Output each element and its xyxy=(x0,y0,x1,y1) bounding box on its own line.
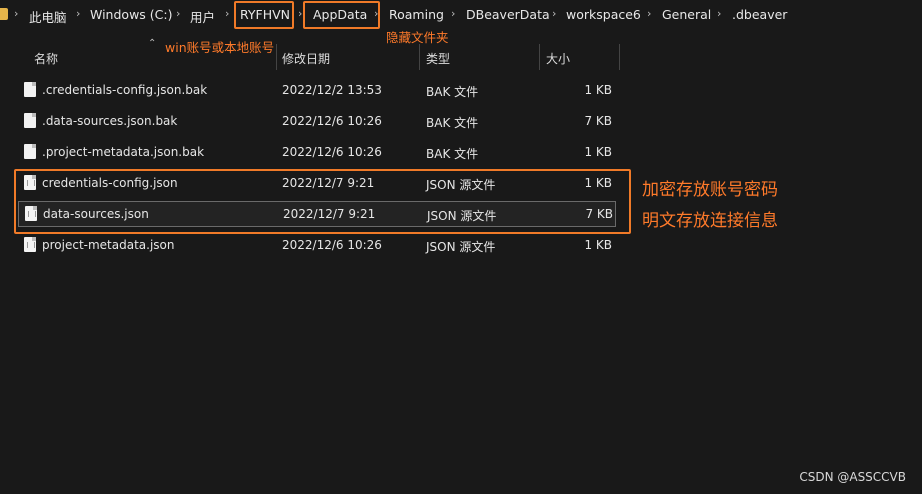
file-name: .project-metadata.json.bak xyxy=(42,145,205,159)
chevron-right-icon[interactable]: › xyxy=(552,7,556,20)
file-date: 2022/12/6 10:26 xyxy=(282,238,382,252)
file-size: 1 KB xyxy=(584,238,612,252)
hidden-folder-annotation: 隐藏文件夹 xyxy=(386,30,449,45)
file-size: 1 KB xyxy=(584,145,612,159)
file-icon xyxy=(24,113,36,128)
breadcrumb-windows-c[interactable]: Windows (C:) xyxy=(90,7,172,22)
file-row[interactable]: project-metadata.json 2022/12/6 10:26 JS… xyxy=(18,233,616,259)
file-date: 2022/12/6 10:26 xyxy=(282,114,382,128)
breadcrumb-dbeaver[interactable]: .dbeaver xyxy=(732,7,787,22)
file-size: 1 KB xyxy=(584,83,612,97)
breadcrumb-dbeaverdata[interactable]: DBeaverData xyxy=(466,7,550,22)
file-icon xyxy=(24,144,36,159)
sort-up-icon: ⌃ xyxy=(148,38,157,49)
plaintext-annotation: 明文存放连接信息 xyxy=(642,211,778,231)
file-type: JSON 源文件 xyxy=(426,240,496,254)
json-files-highlight-box xyxy=(14,169,631,234)
chevron-right-icon[interactable]: › xyxy=(647,7,651,20)
chevron-right-icon[interactable]: › xyxy=(76,7,80,20)
file-icon xyxy=(24,82,36,97)
chevron-right-icon[interactable]: › xyxy=(451,7,455,20)
file-type: BAK 文件 xyxy=(426,116,479,130)
file-size: 7 KB xyxy=(584,114,612,128)
appdata-highlight-box xyxy=(303,1,380,29)
chevron-right-icon[interactable]: › xyxy=(225,7,229,20)
file-row[interactable]: .credentials-config.json.bak 2022/12/2 1… xyxy=(18,78,616,104)
file-row[interactable]: .data-sources.json.bak 2022/12/6 10:26 B… xyxy=(18,109,616,135)
chevron-right-icon[interactable]: › xyxy=(298,7,302,20)
file-row[interactable]: .project-metadata.json.bak 2022/12/6 10:… xyxy=(18,140,616,166)
file-name: .credentials-config.json.bak xyxy=(42,83,208,97)
breadcrumb-general[interactable]: General xyxy=(662,7,711,22)
address-bar[interactable]: › 此电脑 › Windows (C:) › 用户 › RYFHVN › App… xyxy=(0,0,922,30)
file-date: 2022/12/2 13:53 xyxy=(282,83,382,97)
file-type: BAK 文件 xyxy=(426,85,479,99)
json-file-icon xyxy=(24,237,36,252)
breadcrumb-this-pc[interactable]: 此电脑 xyxy=(29,7,67,26)
column-divider[interactable] xyxy=(619,44,620,70)
column-header-type[interactable]: 类型 xyxy=(426,50,450,67)
column-divider[interactable] xyxy=(539,44,540,70)
file-name: project-metadata.json xyxy=(42,238,175,252)
column-header-size[interactable]: 大小 xyxy=(546,50,570,67)
username-annotation: win账号或本地账号 xyxy=(165,40,275,55)
column-header-date[interactable]: 修改日期 xyxy=(282,50,330,67)
file-date: 2022/12/6 10:26 xyxy=(282,145,382,159)
chevron-right-icon[interactable]: › xyxy=(176,7,180,20)
breadcrumb-roaming[interactable]: Roaming xyxy=(389,7,444,22)
username-highlight-box xyxy=(234,1,294,29)
chevron-right-icon[interactable]: › xyxy=(717,7,721,20)
column-header-name[interactable]: 名称 xyxy=(34,50,58,67)
breadcrumb-workspace6[interactable]: workspace6 xyxy=(566,7,641,22)
file-type: BAK 文件 xyxy=(426,147,479,161)
watermark: CSDN @ASSCCVB xyxy=(799,470,906,484)
file-name: .data-sources.json.bak xyxy=(42,114,178,128)
breadcrumb-users[interactable]: 用户 xyxy=(190,7,215,26)
column-divider[interactable] xyxy=(419,44,420,70)
column-divider[interactable] xyxy=(276,44,277,70)
chevron-right-icon: › xyxy=(14,7,19,20)
folder-icon xyxy=(0,8,8,20)
encrypted-annotation: 加密存放账号密码 xyxy=(642,180,778,200)
